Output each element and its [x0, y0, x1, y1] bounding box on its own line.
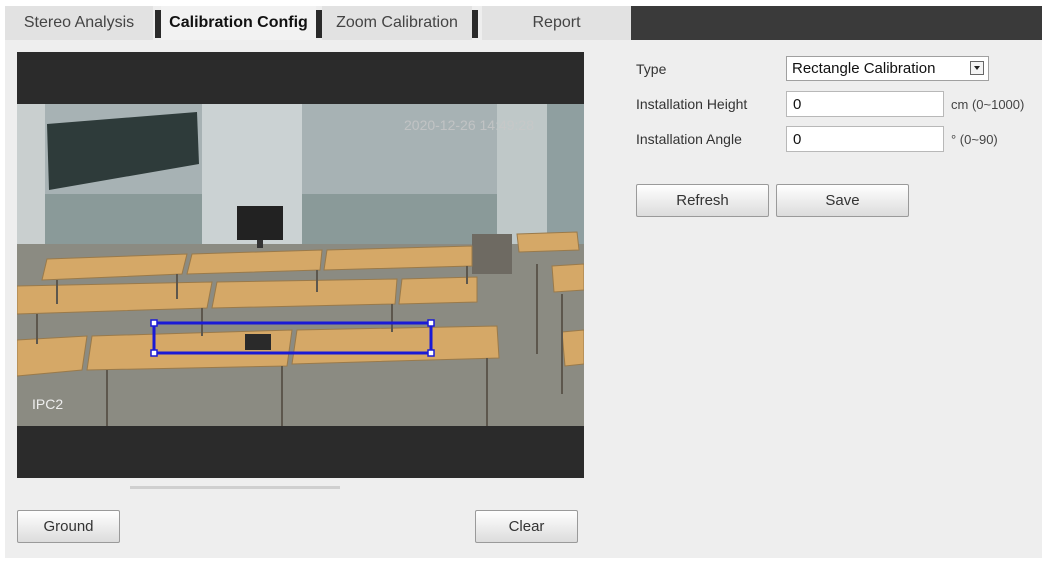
save-button[interactable]: Save [776, 184, 909, 217]
type-select[interactable]: Rectangle Calibration [786, 56, 989, 81]
video-preview[interactable]: 2020-12-26 14:49:28 IPC2 [17, 52, 584, 478]
tab-separator [472, 10, 478, 38]
installation-height-label: Installation Height [636, 96, 748, 112]
installation-height-unit: cm (0~1000) [951, 97, 1025, 112]
tab-calibration-config[interactable]: Calibration Config [161, 6, 316, 40]
tab-bar-filler [631, 6, 1042, 40]
camera-image [17, 104, 584, 426]
video-timestamp: 2020-12-26 14:49:28 [404, 117, 534, 133]
installation-angle-input[interactable] [786, 126, 944, 152]
tab-bar: Stereo Analysis Calibration Config Zoom … [5, 6, 1042, 40]
tab-stereo-analysis[interactable]: Stereo Analysis [5, 6, 153, 40]
ground-button[interactable]: Ground [17, 510, 120, 543]
video-scrollbar-thumb[interactable] [130, 486, 340, 489]
tab-zoom-calibration[interactable]: Zoom Calibration [322, 6, 472, 40]
chevron-down-icon[interactable] [970, 61, 984, 75]
type-label: Type [636, 61, 667, 77]
video-scrollbar[interactable] [17, 486, 584, 492]
installation-angle-unit: ° (0~90) [951, 132, 998, 147]
refresh-button[interactable]: Refresh [636, 184, 769, 217]
clear-button[interactable]: Clear [475, 510, 578, 543]
type-select-value: Rectangle Calibration [792, 60, 936, 77]
installation-height-input[interactable] [786, 91, 944, 117]
video-channel-label: IPC2 [32, 396, 64, 412]
tab-report[interactable]: Report [482, 6, 631, 40]
installation-angle-label: Installation Angle [636, 131, 742, 147]
